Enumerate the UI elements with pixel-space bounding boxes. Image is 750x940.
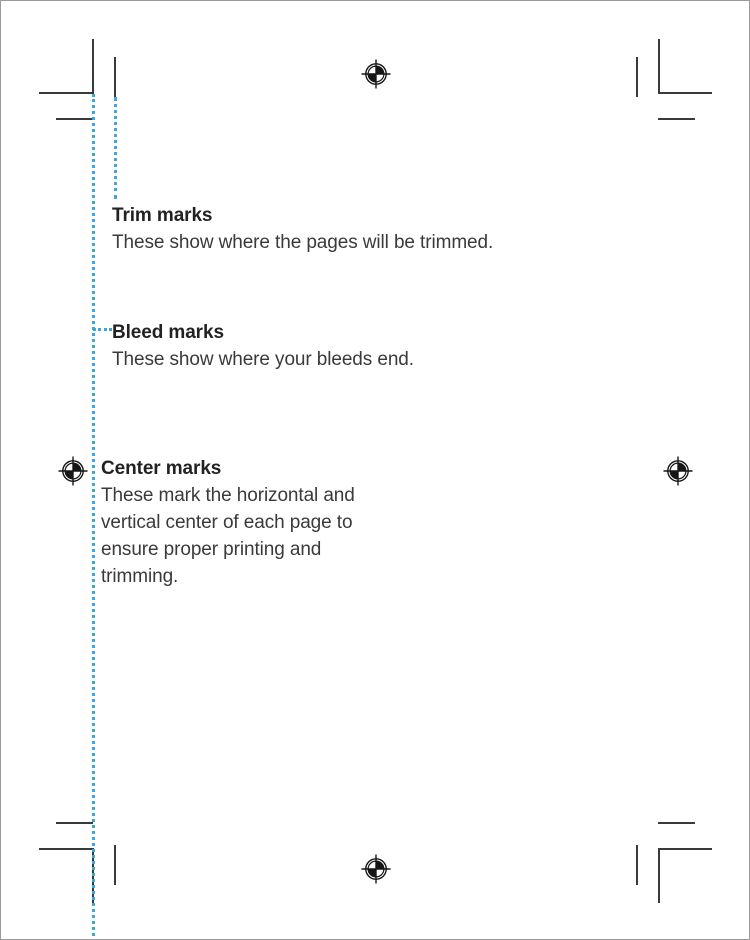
- trim-mark: [658, 848, 660, 903]
- trim-mark: [39, 848, 93, 850]
- trim-mark: [39, 92, 93, 94]
- bleed-mark: [636, 845, 638, 885]
- print-preview-page: Trim marks These show where the pages wi…: [0, 0, 750, 940]
- trim-mark: [92, 39, 94, 94]
- annotation-heading: Bleed marks: [112, 322, 224, 343]
- annotation-bleed-marks: Bleed marks These show where your bleeds…: [112, 321, 542, 374]
- annotation-center-marks: Center marks These mark the horizontal a…: [101, 457, 391, 591]
- trim-mark: [658, 39, 660, 94]
- trim-mark: [658, 848, 712, 850]
- annotation-body: These show where the pages will be trimm…: [112, 231, 494, 253]
- bleed-mark: [56, 822, 93, 824]
- annotation-body: These show where your bleeds end.: [112, 348, 414, 370]
- bleed-mark: [56, 118, 93, 120]
- bleed-mark: [658, 822, 695, 824]
- center-registration-mark-bottom: [361, 854, 391, 884]
- bleed-mark: [658, 118, 695, 120]
- bleed-mark: [114, 57, 116, 97]
- bleed-mark: [114, 845, 116, 885]
- annotation-body: These mark the horizontal and vertical c…: [101, 484, 355, 587]
- bleed-mark: [636, 57, 638, 97]
- center-registration-mark-right: [663, 456, 693, 486]
- annotation-trim-marks: Trim marks These show where the pages wi…: [112, 204, 542, 257]
- bleed-guide-leader: [93, 328, 112, 331]
- bleed-guide-line-outer: [92, 94, 95, 936]
- center-registration-mark-left: [58, 456, 88, 486]
- bleed-guide-line-inner: [114, 97, 117, 199]
- trim-mark: [658, 92, 712, 94]
- center-registration-mark-top: [361, 59, 391, 89]
- annotation-heading: Center marks: [101, 458, 222, 479]
- annotation-heading: Trim marks: [112, 205, 213, 226]
